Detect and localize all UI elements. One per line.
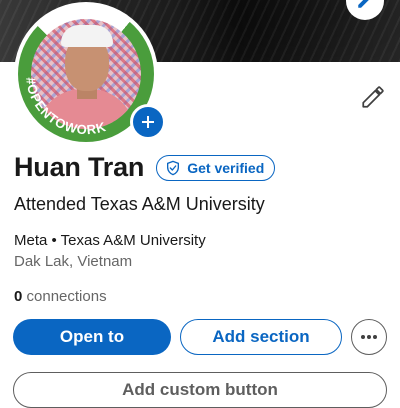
add-photo-button[interactable] <box>130 104 166 140</box>
add-section-button[interactable]: Add section <box>180 319 342 355</box>
connections-count: 0 <box>14 288 23 305</box>
profile-location: Dak Lak, Vietnam <box>14 253 133 270</box>
pencil-icon <box>362 86 384 108</box>
more-button[interactable] <box>351 319 387 355</box>
get-verified-label: Get verified <box>187 159 265 176</box>
plus-icon <box>142 116 154 128</box>
svg-text:#OPENTOWORK: #OPENTOWORK <box>23 76 108 137</box>
profile-meta: Meta • Texas A&M University <box>14 232 206 249</box>
profile-headline: Attended Texas A&M University <box>14 194 265 214</box>
connections-link[interactable]: 0 connections <box>14 288 107 305</box>
name-row: Huan Tran Get verified <box>14 152 276 183</box>
get-verified-button[interactable]: Get verified <box>156 154 276 181</box>
pencil-icon <box>358 0 369 8</box>
more-horizontal-icon <box>361 335 377 339</box>
profile-photo[interactable]: #OPENTOWORK <box>14 2 166 146</box>
connections-label: connections <box>26 288 107 305</box>
profile-name: Huan Tran <box>14 152 145 182</box>
shield-check-icon <box>167 160 180 175</box>
open-to-work-text: #OPENTOWORK <box>23 76 107 137</box>
open-to-button[interactable]: Open to <box>13 319 171 355</box>
add-custom-button[interactable]: Add custom button <box>13 372 387 408</box>
edit-profile-button[interactable] <box>360 84 386 110</box>
